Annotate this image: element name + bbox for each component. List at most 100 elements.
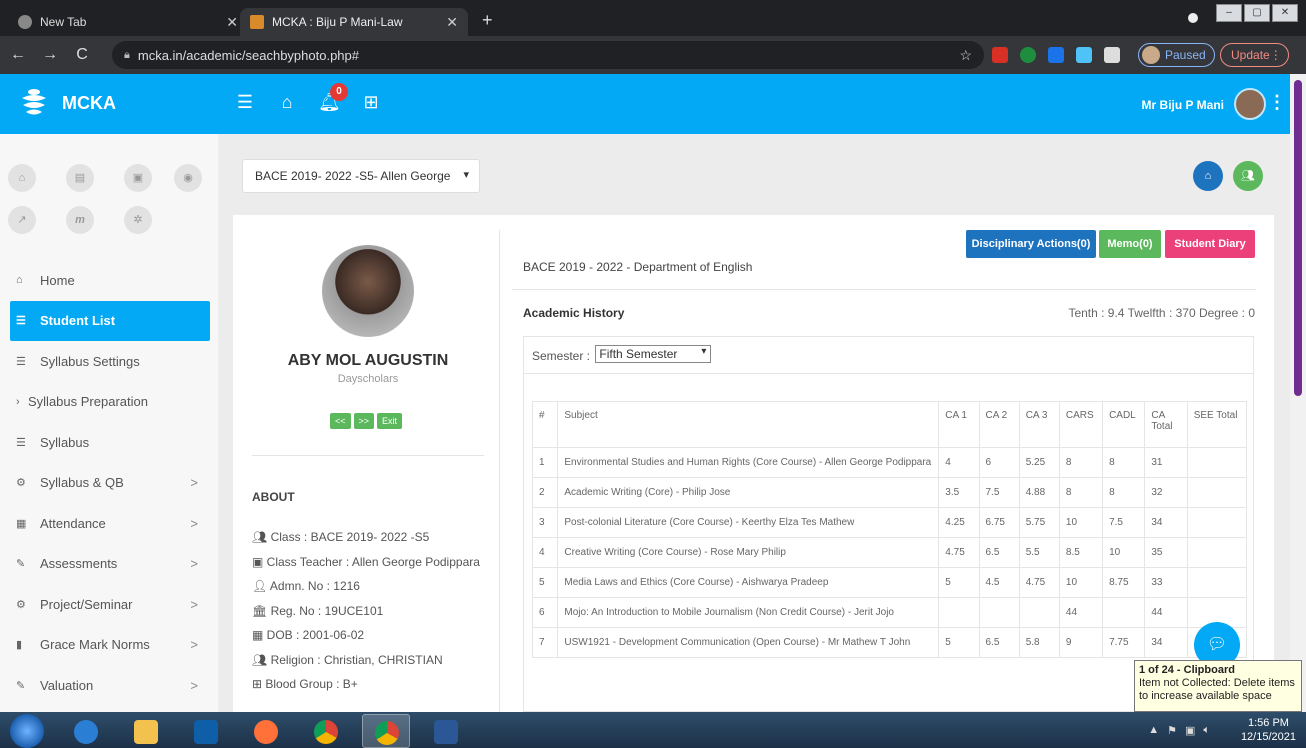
sidebar-item-label: Student List: [40, 313, 116, 329]
sidebar-item-valuation[interactable]: ✎ Valuation >: [10, 665, 210, 706]
table-cell: 6.75: [978, 507, 1020, 538]
extension-blue-icon[interactable]: [1048, 47, 1064, 63]
clock[interactable]: 1:56 PM 12/15/2021: [1241, 716, 1296, 744]
table-cell: 7.5: [1102, 507, 1146, 538]
table-cell: 4.25: [938, 507, 980, 538]
page-scrollbar[interactable]: [1290, 74, 1306, 712]
id-card-icon[interactable]: ▤: [66, 164, 94, 192]
lock-icon[interactable]: ▣: [124, 164, 152, 192]
column-header: CA 2: [978, 401, 1020, 448]
table-cell: 8.5: [1058, 537, 1104, 568]
exit-button[interactable]: Exit: [377, 413, 403, 429]
extension-red-icon[interactable]: [992, 47, 1008, 63]
profile-avatar: [1142, 46, 1160, 64]
taskbar-chrome-profile[interactable]: [362, 714, 410, 748]
taskbar-word[interactable]: [422, 714, 470, 748]
batch-select-value: BACE 2019- 2022 -S5- Allen George: [255, 169, 451, 183]
extensions-puzzle-icon[interactable]: [1104, 47, 1120, 63]
menu-list-icon[interactable]: ☰: [234, 92, 256, 113]
chevron-right-icon: >: [190, 677, 198, 693]
sidebar-item-syllabus-preparation[interactable]: › Syllabus Preparation: [10, 382, 210, 423]
sidebar-item-assessments[interactable]: ✎ Assessments >: [10, 544, 210, 585]
sidebar-item-syllabus-qb[interactable]: ⚙ Syllabus & QB >: [10, 463, 210, 504]
extension-cyan-icon[interactable]: [1076, 47, 1092, 63]
volume-icon[interactable]: 🔈︎: [1203, 724, 1210, 737]
sidebar-item-grace-mark-norms[interactable]: ▮ Grace Mark Norms >: [10, 625, 210, 666]
disciplinary-actions-button[interactable]: Disciplinary Actions(0): [966, 230, 1096, 258]
semester-select[interactable]: Fifth Semester ▾: [595, 345, 712, 363]
sidebar-item-syllabus[interactable]: ☰ Syllabus: [10, 422, 210, 463]
update-button[interactable]: Update ⋮: [1220, 43, 1289, 67]
sidebar-item-attendance[interactable]: ▦ Attendance >: [10, 503, 210, 544]
sidebar-item-label: Grace Mark Norms: [40, 637, 150, 653]
home-icon[interactable]: ⌂: [276, 92, 298, 113]
dob-info: ▦ DOB : 2001-06-02: [252, 628, 492, 653]
semester-row: Semester : Fifth Semester ▾: [524, 337, 1253, 374]
sidebar-item-student-list[interactable]: ☰ Student List: [10, 300, 210, 341]
student-name: ABY MOL AUGUSTIN: [287, 352, 449, 369]
student-diary-button[interactable]: Student Diary: [1165, 230, 1255, 258]
table-cell: 31: [1144, 447, 1188, 478]
show-hidden-icon[interactable]: ▲: [1148, 724, 1159, 737]
grid-icon[interactable]: ⊞: [360, 92, 382, 113]
close-tab-icon[interactable]: ✕: [226, 14, 238, 31]
m-icon[interactable]: m: [66, 206, 94, 234]
taskbar-ie[interactable]: [62, 714, 110, 748]
sidebar-item-label: Project/Seminar: [40, 596, 133, 612]
chrome-icon: [18, 15, 32, 29]
taskbar-firefox[interactable]: [242, 714, 290, 748]
url-text: mcka.in/academic/seachbyphoto.php#: [137, 47, 359, 63]
sidebar-item-syllabus-settings[interactable]: ☰ Syllabus Settings: [10, 341, 210, 382]
scrollbar-thumb[interactable]: [1294, 80, 1302, 396]
back-icon[interactable]: ←: [4, 46, 32, 64]
calendar-icon: ▦: [16, 517, 27, 530]
users-round-button[interactable]: 👥︎: [1233, 161, 1263, 191]
sidebar-item-project-seminar[interactable]: ⚙ Project/Seminar >: [10, 584, 210, 625]
internet-explorer-icon: [74, 720, 98, 744]
network-icon[interactable]: ▣: [1185, 724, 1195, 737]
close-window-button[interactable]: ✕: [1272, 4, 1298, 22]
action-center-icon[interactable]: ⚑: [1167, 724, 1177, 737]
taskbar-chrome[interactable]: [302, 714, 350, 748]
extension-green-icon[interactable]: [1020, 47, 1036, 63]
next-student-button[interactable]: >>: [353, 413, 375, 429]
maximize-button[interactable]: ▢: [1244, 4, 1270, 22]
profile-button[interactable]: Paused: [1138, 43, 1215, 67]
bell-icon[interactable]: 🔔︎ 0: [318, 83, 348, 113]
divider: [499, 230, 500, 712]
table-cell: 5.5: [1018, 537, 1060, 568]
close-tab-icon[interactable]: ✕: [446, 14, 458, 31]
table-cell: 8.75: [1102, 567, 1146, 598]
subject-cell: Media Laws and Ethics (Core Course) - Ai…: [557, 567, 940, 598]
bookmark-star-icon[interactable]: ☆: [959, 47, 972, 64]
home-icon[interactable]: ⌂: [8, 164, 36, 192]
taskbar-outlook[interactable]: [182, 714, 230, 748]
user-avatar[interactable]: [1234, 88, 1266, 120]
start-button[interactable]: [10, 714, 44, 748]
taskbar-explorer[interactable]: [122, 714, 170, 748]
external-link-icon[interactable]: ↗: [8, 206, 36, 234]
home-round-button[interactable]: ⌂: [1193, 161, 1223, 191]
table-row: 2 Academic Writing (Core) - Philip Jose 3.…: [531, 477, 1248, 508]
tab-mcka[interactable]: MCKA : Biju P Mani-Law ✕: [240, 8, 468, 36]
new-tab-button[interactable]: +: [482, 10, 493, 31]
user-name[interactable]: Mr Biju P Mani: [1142, 98, 1224, 112]
minimize-button[interactable]: –: [1216, 4, 1242, 22]
gear-icon[interactable]: ✲: [124, 206, 152, 234]
more-options-icon[interactable]: ⋮: [1268, 92, 1286, 113]
address-bar[interactable]: 🔒︎ mcka.in/academic/seachbyphoto.php# ☆: [112, 41, 984, 69]
academic-history-heading: Academic History: [523, 306, 625, 320]
table-row: 4 Creative Writing (Core Course) - Rose M…: [531, 537, 1248, 568]
chevron-right-icon: >: [190, 475, 198, 491]
tab-new-tab[interactable]: New Tab ✕: [8, 8, 248, 36]
eye-icon[interactable]: ◉: [174, 164, 202, 192]
memo-button[interactable]: Memo(0): [1099, 230, 1161, 258]
reload-icon[interactable]: C: [68, 46, 96, 64]
forward-icon[interactable]: →: [36, 46, 64, 64]
prev-student-button[interactable]: <<: [330, 413, 351, 429]
sidebar-item-home[interactable]: ⌂ Home: [10, 260, 210, 301]
table-cell: 5: [938, 627, 980, 658]
table-cell: 6: [531, 597, 559, 628]
list-icon: ☰: [16, 355, 26, 368]
batch-select[interactable]: BACE 2019- 2022 -S5- Allen George ▾: [242, 159, 480, 193]
